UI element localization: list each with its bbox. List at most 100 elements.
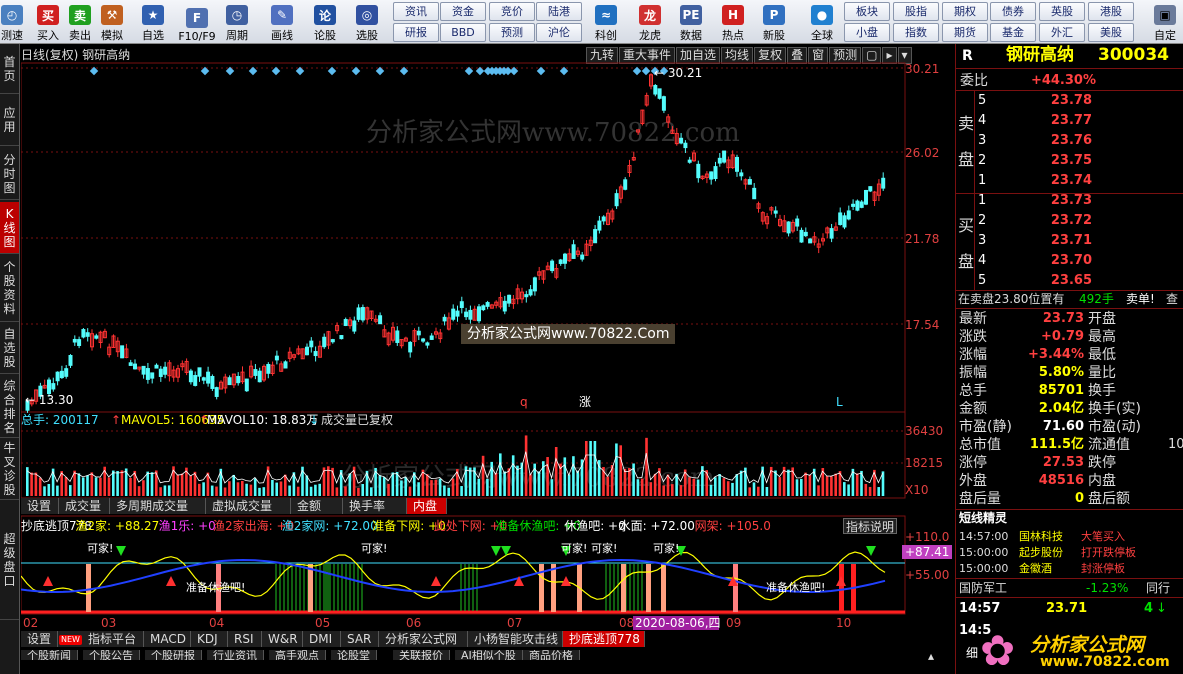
divider [956, 597, 1183, 598]
event-diamond-icon[interactable] [632, 66, 642, 76]
toolbar-small-button[interactable]: 港股 [1088, 2, 1134, 21]
indicator-tab[interactable]: KDJ [191, 631, 228, 647]
toolbar-clock-button[interactable]: ◷ 周期 [220, 1, 254, 43]
toolbar-f10-button[interactable]: F F10/F9 [178, 1, 216, 43]
event-diamond-icon[interactable] [351, 66, 361, 76]
event-diamond-icon[interactable] [248, 66, 258, 76]
event-diamond-icon[interactable] [327, 66, 337, 76]
sidebar-item[interactable]: 分时图 [0, 148, 19, 200]
volume-bar [189, 475, 192, 496]
info-tab[interactable]: 行业资讯 [207, 650, 264, 660]
toolbar-small-button[interactable]: 预测 [489, 23, 535, 42]
toolbar-pen-button[interactable]: ✎ 画线 [265, 1, 299, 43]
toolbar-small-button[interactable]: 竞价 [489, 2, 535, 21]
toolbar-small-button[interactable]: 期货 [942, 23, 988, 42]
volume-bar [241, 480, 244, 496]
toolbar-small-button[interactable]: 债券 [990, 2, 1036, 21]
toolbar-buy-button[interactable]: 买买入 [31, 1, 65, 43]
volume-tab[interactable]: 多周期成交量 [110, 498, 206, 514]
candle-body [593, 229, 598, 244]
candle-body [614, 193, 619, 207]
volume-tab[interactable]: 换手率 [343, 498, 407, 514]
sidebar-item[interactable]: K线图 [0, 202, 19, 254]
toolbar-hot-button[interactable]: H 热点 [716, 1, 750, 43]
toolbar-small-button[interactable]: BBD [440, 23, 486, 42]
info-tab[interactable]: 个股公告 [83, 650, 140, 660]
indicator-help-button[interactable]: 指标说明 [843, 518, 897, 534]
info-tab[interactable]: 论股堂 [331, 650, 377, 660]
info-tab[interactable]: 商品价格 [523, 650, 580, 660]
sidebar-item[interactable]: 超级盘口 [0, 500, 19, 620]
toolbar-select-button[interactable]: ◎ 选股 [350, 1, 384, 43]
toolbar-small-button[interactable]: 小盘 [844, 23, 890, 42]
toolbar-small-button[interactable]: 美股 [1088, 23, 1134, 42]
customize-button[interactable]: ▣ 自定 [1148, 1, 1182, 43]
indicator-tab[interactable]: RSI [228, 631, 262, 647]
indicator-value: 水面: +72.00 [619, 519, 695, 533]
volume-bar [167, 485, 171, 496]
sidebar-item[interactable]: 牛叉诊股 [0, 438, 19, 500]
toolbar-small-button[interactable]: 板块 [844, 2, 890, 21]
volume-tab[interactable]: 设置 [21, 498, 59, 514]
toolbar-ipo-button[interactable]: P 新股 [757, 1, 791, 43]
info-tab[interactable]: 个股新闻 [21, 650, 78, 660]
candle-body [188, 370, 193, 383]
sidebar-char: 页 [3, 68, 16, 83]
info-tab[interactable]: 关联报价 [393, 650, 450, 660]
indicator-tab[interactable]: 小杨智能攻击线 [468, 631, 563, 647]
toolbar-sci-button[interactable]: ≈ 科创 [589, 1, 623, 43]
toolbar-small-button[interactable]: 研报 [393, 23, 439, 42]
toolbar-small-button[interactable]: 沪伦 [536, 23, 582, 42]
indicator-tab[interactable]: MACD [144, 631, 191, 647]
event-diamond-icon[interactable] [271, 66, 281, 76]
toolbar-data-button[interactable]: PE 数据 [674, 1, 708, 43]
toolbar-small-button[interactable]: 股指 [893, 2, 939, 21]
toolbar-watchlist-button[interactable]: ★ 自选 [136, 1, 170, 43]
sidebar-item[interactable]: 应用 [0, 94, 19, 146]
sidebar-item[interactable]: 首页 [0, 44, 19, 94]
volume-tab[interactable]: 虚拟成交量 [206, 498, 291, 514]
sidebar-item[interactable]: 个股资料 [0, 254, 19, 322]
volume-bar [271, 479, 274, 496]
toolbar-small-button[interactable]: 资金 [440, 2, 486, 21]
sidebar-item[interactable]: 综合排名 [0, 376, 19, 438]
toolbar-small-button[interactable]: 基金 [990, 23, 1036, 42]
sidebar-item[interactable]: 自选股 [0, 322, 19, 374]
detail-button[interactable]: 细 [966, 644, 978, 662]
toolbar-small-button[interactable]: 陆港 [536, 2, 582, 21]
buy-label-char: 盘 [958, 252, 975, 271]
toolbar-sell-button[interactable]: 卖卖出 [63, 1, 97, 43]
candle-body [795, 218, 800, 227]
toolbar-small-button[interactable]: 资讯 [393, 2, 439, 21]
indicator-tab[interactable]: W&R [262, 631, 303, 647]
toolbar-globe-button[interactable]: ● 全球 [805, 1, 839, 43]
event-diamond-icon[interactable] [536, 66, 546, 76]
info-tab[interactable]: 个股研报 [145, 650, 202, 660]
toolbar-speed-button[interactable]: ◴ 测速 [0, 1, 29, 43]
volume-tab[interactable]: 成交量 [59, 498, 110, 514]
candle-body [442, 316, 447, 322]
toolbar-forum-button[interactable]: 论论股 [308, 1, 342, 43]
collapse-icon[interactable]: ▴ [928, 649, 934, 663]
toolbar-simulate-button[interactable]: ⚒ 模拟 [95, 1, 129, 43]
event-diamond-icon[interactable] [641, 66, 651, 76]
indicator-tab[interactable]: 设置 [21, 631, 58, 647]
toolbar-small-button[interactable]: 英股 [1039, 2, 1085, 21]
volume-tab[interactable]: 金额 [291, 498, 343, 514]
indicator-tab[interactable]: 抄底逃顶778 [563, 631, 645, 647]
volume-bar [830, 476, 833, 496]
candle-body [408, 341, 413, 353]
indicator-tab[interactable]: DMI [303, 631, 341, 647]
info-tab[interactable]: AI相似个股 [455, 650, 523, 660]
toolbar-small-button[interactable]: 外汇 [1039, 23, 1085, 42]
big-order-more-link[interactable]: 查 [1166, 290, 1178, 308]
toolbar-dragon-button[interactable]: 龙龙虎 [633, 1, 667, 43]
info-tab[interactable]: 高手观点 [269, 650, 326, 660]
indicator-tab[interactable]: SAR [341, 631, 379, 647]
toolbar-small-button[interactable]: 期权 [942, 2, 988, 21]
peer-button[interactable]: 同行 [1146, 579, 1170, 597]
volume-tab[interactable]: 内盘 [407, 498, 447, 514]
toolbar-small-button[interactable]: 指数 [893, 23, 939, 42]
indicator-tab[interactable]: 分析家公式网 [379, 631, 468, 647]
globe-icon: ● [811, 5, 833, 25]
